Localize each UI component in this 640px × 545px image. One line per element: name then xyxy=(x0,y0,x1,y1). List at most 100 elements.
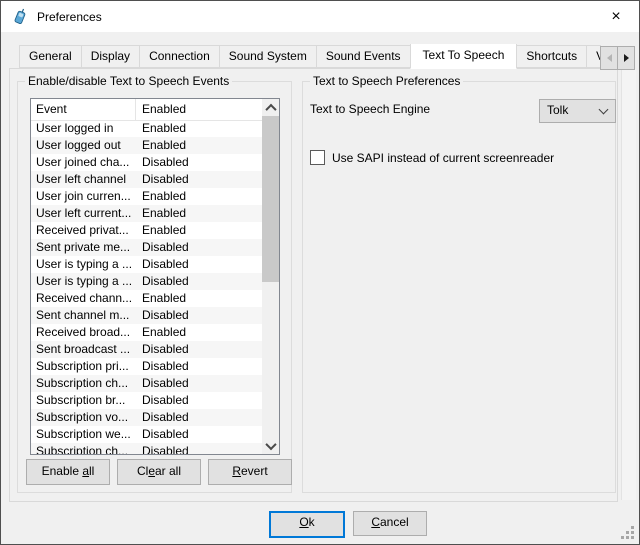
tab-text-to-speech[interactable]: Text To Speech xyxy=(410,44,518,69)
table-row[interactable]: User logged out Enabled xyxy=(31,137,262,154)
chevron-down-icon xyxy=(265,438,276,449)
table-row[interactable]: User left channel Disabled xyxy=(31,171,262,188)
event-cell: Received privat... xyxy=(31,222,136,239)
event-cell: User left channel xyxy=(31,171,136,188)
table-row[interactable]: User logged in Enabled xyxy=(31,120,262,137)
tab-sound-system[interactable]: Sound System xyxy=(219,45,317,68)
event-cell: Received chann... xyxy=(31,290,136,307)
sapi-checkbox[interactable] xyxy=(310,150,325,165)
chevron-up-icon xyxy=(265,103,276,114)
tts-group: Text to Speech Preferences Text to Speec… xyxy=(302,81,616,493)
event-cell: Subscription vo... xyxy=(31,409,136,426)
engine-select[interactable]: Tolk xyxy=(539,99,616,123)
combo-chevron-icon xyxy=(599,105,609,115)
event-cell: User logged out xyxy=(31,137,136,154)
table-row[interactable]: Received privat... Enabled xyxy=(31,222,262,239)
table-row[interactable]: User is typing a ... Disabled xyxy=(31,273,262,290)
event-cell: Received broad... xyxy=(31,324,136,341)
content-scrollbar[interactable] xyxy=(621,69,636,500)
cancel-button[interactable]: Cancel xyxy=(353,511,427,536)
table-row[interactable]: User is typing a ... Disabled xyxy=(31,256,262,273)
enabled-cell: Enabled xyxy=(136,205,186,222)
event-cell: Sent private me... xyxy=(31,239,136,256)
table-row[interactable]: Sent channel m... Disabled xyxy=(31,307,262,324)
table-row[interactable]: Sent private me... Disabled xyxy=(31,239,262,256)
app-icon xyxy=(12,8,29,25)
event-cell: Subscription ch... xyxy=(31,443,136,454)
table-row[interactable]: User left current... Enabled xyxy=(31,205,262,222)
scroll-down-button[interactable] xyxy=(262,437,279,454)
tab-next-icon xyxy=(624,54,629,62)
table-row[interactable]: Sent broadcast ... Disabled xyxy=(31,341,262,358)
resize-grip[interactable] xyxy=(621,526,634,539)
event-list-header: Event Enabled xyxy=(31,99,262,121)
table-row[interactable]: Received broad... Enabled xyxy=(31,324,262,341)
tab-connection[interactable]: Connection xyxy=(139,45,220,68)
title-bar[interactable]: Preferences × xyxy=(1,1,639,32)
tab-scroll-prev-button[interactable] xyxy=(600,46,618,70)
enabled-cell: Enabled xyxy=(136,290,186,307)
event-cell: Subscription br... xyxy=(31,392,136,409)
table-row[interactable]: Subscription ch... Disabled xyxy=(31,443,262,454)
clear-all-button[interactable]: Clear all xyxy=(117,459,201,485)
table-row[interactable]: Subscription we... Disabled xyxy=(31,426,262,443)
revert-button[interactable]: Revert xyxy=(208,459,292,485)
enabled-cell: Disabled xyxy=(136,154,189,171)
tab-scroll-buttons xyxy=(601,46,635,70)
table-row[interactable]: Subscription br... Disabled xyxy=(31,392,262,409)
tab-general[interactable]: General xyxy=(19,45,82,68)
enabled-cell: Disabled xyxy=(136,307,189,324)
enabled-cell: Disabled xyxy=(136,273,189,290)
event-cell: User logged in xyxy=(31,120,136,137)
close-icon: × xyxy=(611,8,620,25)
enabled-cell: Enabled xyxy=(136,188,186,205)
window-title: Preferences xyxy=(37,10,102,24)
scroll-up-button[interactable] xyxy=(262,99,279,116)
tab-display[interactable]: Display xyxy=(81,45,140,68)
event-cell: Subscription we... xyxy=(31,426,136,443)
event-list-rows: User logged in Enabled User logged out E… xyxy=(31,120,262,454)
events-group: Enable/disable Text to Speech Events Eve… xyxy=(17,81,292,493)
tab-prev-icon xyxy=(607,54,612,62)
event-cell: User joined cha... xyxy=(31,154,136,171)
event-cell: Subscription ch... xyxy=(31,375,136,392)
table-row[interactable]: User joined cha... Disabled xyxy=(31,154,262,171)
enabled-cell: Disabled xyxy=(136,375,189,392)
tab-video[interactable]: Video xyxy=(586,45,601,68)
preferences-dialog: Preferences × General Display Connection… xyxy=(0,0,640,545)
engine-label: Text to Speech Engine xyxy=(310,102,430,116)
event-cell: User join curren... xyxy=(31,188,136,205)
enabled-cell: Disabled xyxy=(136,426,189,443)
enabled-cell: Enabled xyxy=(136,222,186,239)
header-event[interactable]: Event xyxy=(31,99,136,120)
enabled-cell: Disabled xyxy=(136,171,189,188)
engine-selected-value: Tolk xyxy=(547,103,568,117)
event-list-scrollbar[interactable] xyxy=(262,99,279,454)
sapi-option: Use SAPI instead of current screenreader xyxy=(310,150,554,165)
enabled-cell: Enabled xyxy=(136,137,186,154)
table-row[interactable]: Subscription vo... Disabled xyxy=(31,409,262,426)
event-cell: Sent channel m... xyxy=(31,307,136,324)
enable-all-button[interactable]: Enable all xyxy=(26,459,110,485)
event-cell: Subscription pri... xyxy=(31,358,136,375)
enabled-cell: Enabled xyxy=(136,120,186,137)
scrollbar-thumb[interactable] xyxy=(262,116,279,282)
event-cell: User is typing a ... xyxy=(31,256,136,273)
events-group-title: Enable/disable Text to Speech Events xyxy=(25,74,232,88)
tab-sound-events[interactable]: Sound Events xyxy=(316,45,411,68)
table-row[interactable]: Subscription pri... Disabled xyxy=(31,358,262,375)
tab-shortcuts[interactable]: Shortcuts xyxy=(516,45,587,68)
header-enabled[interactable]: Enabled xyxy=(136,99,262,120)
ok-button[interactable]: Ok xyxy=(269,511,345,538)
close-button[interactable]: × xyxy=(599,1,633,32)
table-row[interactable]: User join curren... Enabled xyxy=(31,188,262,205)
table-row[interactable]: Received chann... Enabled xyxy=(31,290,262,307)
enabled-cell: Disabled xyxy=(136,256,189,273)
event-list: Event Enabled User logged in Enabled Use… xyxy=(30,98,280,455)
event-cell: User is typing a ... xyxy=(31,273,136,290)
table-row[interactable]: Subscription ch... Disabled xyxy=(31,375,262,392)
tab-bar: General Display Connection Sound System … xyxy=(19,44,601,69)
enabled-cell: Disabled xyxy=(136,358,189,375)
tab-scroll-next-button[interactable] xyxy=(617,46,635,70)
enabled-cell: Disabled xyxy=(136,409,189,426)
